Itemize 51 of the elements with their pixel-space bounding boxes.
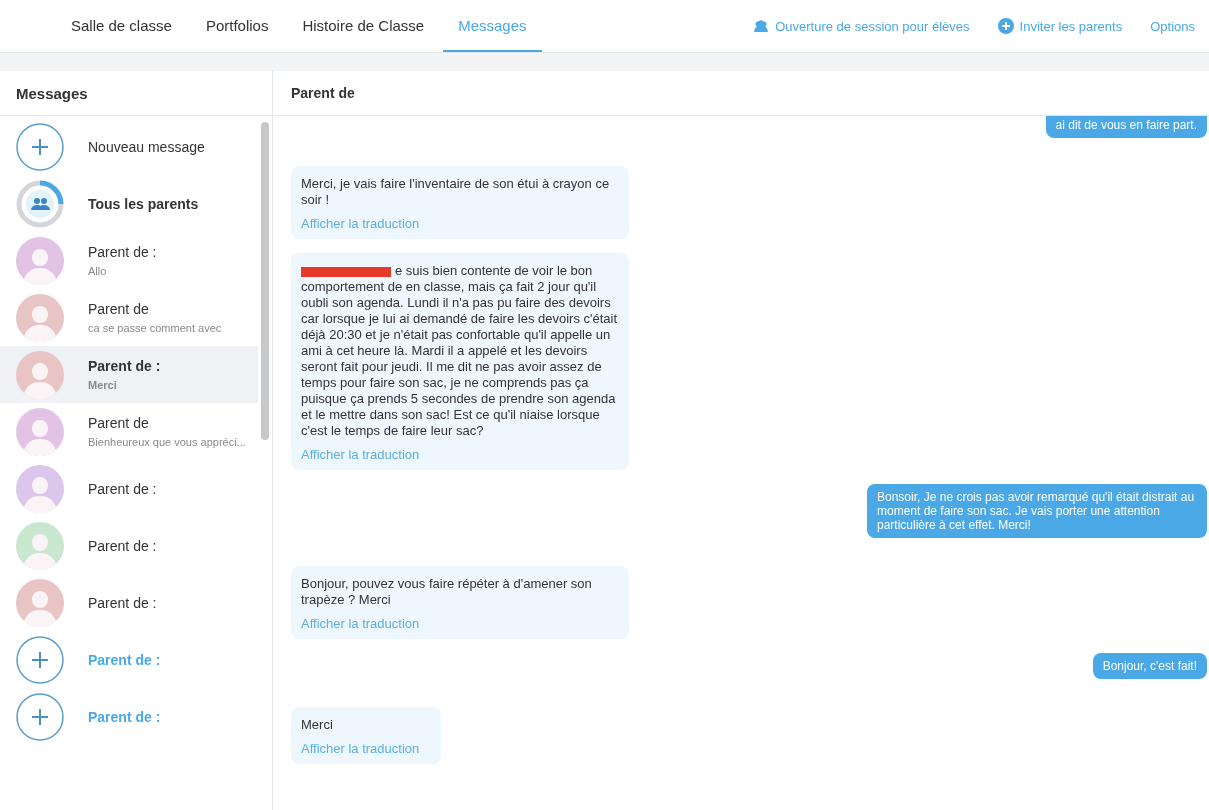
message-preview: ca se passe comment avec bbox=[88, 322, 222, 334]
action-label: Ouverture de session pour élèves bbox=[775, 18, 970, 34]
conversation-item[interactable]: Parent de : Merci bbox=[0, 346, 258, 403]
contact-name: Parent de : bbox=[88, 244, 157, 260]
outgoing-message: ai dit de vous en faire part. bbox=[1045, 116, 1207, 138]
contact-name: Tous les parents bbox=[88, 195, 199, 212]
outgoing-message: Bonjour, c'est fait! bbox=[1092, 653, 1207, 679]
avatar-icon bbox=[16, 236, 64, 285]
conversation-item[interactable]: Parent de Bienheureux que vous appréci... bbox=[0, 403, 258, 460]
conversation-item[interactable]: Parent de : bbox=[0, 517, 258, 574]
plus-circle-icon bbox=[997, 18, 1014, 34]
contact-name: Parent de bbox=[88, 301, 150, 317]
outgoing-message: Bonsoir, Je ne crois pas avoir remarqué qu'il était distrait au moment de faire son sac. Je vais porter une attention particulière à cet effet. Merci! bbox=[867, 484, 1207, 538]
plus-icon bbox=[16, 635, 64, 684]
conversation-item[interactable]: Parent de : Allo bbox=[0, 232, 258, 289]
message-text: Bonjour, pouvez vous faire répéter à d'amener son trapèze ? Merci bbox=[301, 576, 593, 608]
conversation-item[interactable]: Parent de ca se passe comment avec bbox=[0, 289, 258, 346]
conversation-item[interactable]: Tous les parents bbox=[0, 175, 258, 232]
conversation-item[interactable]: Parent de : bbox=[0, 574, 258, 631]
avatar-icon bbox=[16, 521, 64, 570]
message-preview: Allo bbox=[88, 265, 108, 277]
contact-name: Parent de : bbox=[88, 480, 157, 497]
action-label: Inviter les parents bbox=[1019, 18, 1123, 34]
message-text: Merci bbox=[301, 717, 334, 733]
group-icon bbox=[16, 179, 64, 228]
contact-name: Parent de bbox=[88, 415, 150, 431]
conversation-item[interactable]: Nouveau message bbox=[0, 118, 258, 175]
people-icon bbox=[753, 20, 770, 32]
message-text: Merci, je vais faire l'inventaire de son étui à crayon ce soir ! bbox=[301, 176, 611, 208]
nav-tab[interactable]: Portfolios bbox=[190, 0, 284, 52]
message-preview: Merci bbox=[88, 379, 118, 391]
message-text: e suis bien contente de voir le bon comportement de en classe, mais ça fait 2 jour qu'il oubli son agenda. Lundi il n'a pas pu faire des devoirs car lorsque je lui ai demandé de faire les devoirs c'était déjà 20:30 et je n'était pas confortable qu'il appelle un ami à cet heure là. Mardi il a appelé et les devoirs seront fait pour jeudi. Il me dit ne pas avoir assez de temps pour faire son sac, je ne comprends pas ça puisque ça prends 5 secondes de prendre son agenda et le mettre dans son sac! Est ce qu'il niaise lorsque c'est le temps de faire leur sac? bbox=[301, 263, 619, 439]
sidebar-title: Messages bbox=[0, 71, 272, 116]
avatar-icon bbox=[16, 578, 64, 627]
nav-tab[interactable]: Histoire de Classe bbox=[287, 0, 440, 52]
nav-tab[interactable]: Salle de classe bbox=[56, 0, 187, 52]
scrollbar-thumb[interactable] bbox=[261, 122, 269, 440]
message-preview: Bienheureux que vous appréci... bbox=[88, 436, 246, 448]
avatar-icon bbox=[16, 407, 64, 456]
contact-name: Parent de : bbox=[88, 708, 161, 725]
contact-name: Nouveau message bbox=[88, 138, 205, 155]
avatar-icon bbox=[16, 293, 64, 342]
conversation-item[interactable]: Parent de : bbox=[0, 460, 258, 517]
contact-name: Parent de : bbox=[88, 651, 161, 668]
avatar-icon bbox=[16, 350, 64, 399]
avatar-icon bbox=[16, 464, 64, 513]
plus-icon bbox=[16, 692, 64, 741]
contact-name: Parent de : bbox=[88, 537, 157, 554]
plus-icon bbox=[16, 122, 64, 171]
contact-name: Parent de : bbox=[88, 358, 161, 374]
contact-name: Parent de : bbox=[88, 594, 157, 611]
